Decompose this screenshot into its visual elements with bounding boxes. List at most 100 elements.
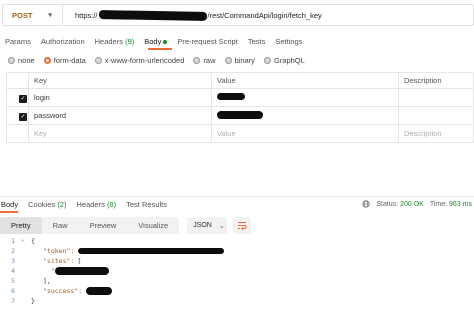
body-type-options: none form-data x-www-form-urlencoded raw… xyxy=(8,54,305,66)
description-cell[interactable] xyxy=(398,88,474,107)
status-group: Status: 200 OK xyxy=(376,201,424,208)
row-checkbox-cell: ✓ xyxy=(6,88,29,107)
radio-circle-icon xyxy=(193,56,201,64)
code-line: 3 "sites": [ xyxy=(0,256,224,266)
url-bar: POST ▾ https:// /rest/CommandApi/login/f… xyxy=(2,4,474,26)
tab-cookies-count: (2) xyxy=(57,199,67,209)
radio-form-data-label: form-data xyxy=(53,55,86,65)
key-cell[interactable]: login xyxy=(28,88,212,107)
value-cell[interactable] xyxy=(211,88,399,107)
json-key-success: "success": xyxy=(43,287,83,295)
header-key: Key xyxy=(28,72,212,89)
tab-authorization[interactable]: Authorization xyxy=(36,37,90,46)
radio-none[interactable]: none xyxy=(8,56,35,65)
table-row: ✓ login xyxy=(6,88,474,107)
active-response-tab-underline xyxy=(0,211,18,213)
key-cell[interactable]: password xyxy=(28,106,212,125)
pane-divider[interactable] xyxy=(0,196,474,197)
tab-headers-label: Headers xyxy=(94,36,123,46)
view-pretty[interactable]: Pretty xyxy=(0,217,42,234)
tab-pre-request-script[interactable]: Pre-request Script xyxy=(172,37,242,46)
status-label: Status: xyxy=(376,200,399,208)
redacted-value xyxy=(217,110,263,119)
description-placeholder[interactable]: Description xyxy=(398,124,474,143)
tab-response-headers-label: Headers xyxy=(76,199,105,209)
tab-params[interactable]: Params xyxy=(0,37,36,46)
format-select[interactable]: JSON ⌄ xyxy=(187,217,228,234)
tab-response-body[interactable]: Body xyxy=(0,200,23,209)
key-placeholder[interactable]: Key xyxy=(28,124,212,143)
url-prefix: https:// xyxy=(75,10,98,20)
fold-icon[interactable]: ▾ xyxy=(21,238,31,244)
checkbox-checked-icon[interactable]: ✓ xyxy=(19,94,27,103)
line-number: 4 xyxy=(11,267,15,275)
tab-test-results[interactable]: Test Results xyxy=(121,200,172,209)
response-view-bar: Pretty Raw Preview Visualize JSON ⌄ xyxy=(0,217,252,234)
wrap-lines-button[interactable] xyxy=(233,217,252,234)
code-line: 7 } xyxy=(0,296,224,306)
radio-form-data[interactable]: form-data xyxy=(43,55,86,65)
tab-headers[interactable]: Headers (9) xyxy=(90,37,140,46)
radio-graphql[interactable]: GraphQL xyxy=(263,55,305,65)
json-string-quote: " xyxy=(51,267,55,275)
tab-cookies[interactable]: Cookies (2) xyxy=(23,200,71,209)
radio-raw[interactable]: raw xyxy=(193,55,216,65)
table-header-row: Key Value Description xyxy=(6,72,474,89)
radio-graphql-label: GraphQL xyxy=(273,55,305,65)
view-preview[interactable]: Preview xyxy=(79,217,128,234)
status-code[interactable]: 200 OK xyxy=(400,201,424,208)
table-row: ✓ password xyxy=(6,106,474,125)
tab-settings[interactable]: Settings xyxy=(270,37,307,46)
header-value: Value xyxy=(211,72,399,89)
table-row-placeholder: Key Value Description xyxy=(6,124,474,143)
value-placeholder[interactable]: Value xyxy=(211,124,399,143)
row-checkbox-cell xyxy=(6,124,29,143)
header-description: Description xyxy=(398,72,474,89)
request-tabs: Params Authorization Headers (9) Body Pr… xyxy=(0,34,307,48)
radio-urlencoded-label: x-www-form-urlencoded xyxy=(104,55,185,65)
radio-binary-label: binary xyxy=(234,55,255,65)
line-number: 5 xyxy=(11,277,15,285)
value-cell[interactable] xyxy=(211,106,399,125)
tab-tests[interactable]: Tests xyxy=(243,37,271,46)
view-visualize[interactable]: Visualize xyxy=(127,217,179,234)
redacted-host xyxy=(98,9,207,21)
time-group: Time: 963 ms xyxy=(430,201,472,208)
radio-binary[interactable]: binary xyxy=(224,55,255,65)
tab-body-label: Body xyxy=(144,36,162,46)
body-indicator-dot xyxy=(163,39,168,44)
open-bracket: [ xyxy=(77,257,82,265)
radio-urlencoded[interactable]: x-www-form-urlencoded xyxy=(94,55,185,65)
line-number: 2 xyxy=(11,247,15,255)
response-code[interactable]: 1 ▾ { 2 "token": 3 "sites": [ 4 " 5 ], 6… xyxy=(0,236,225,306)
view-raw[interactable]: Raw xyxy=(42,217,79,234)
format-label: JSON xyxy=(193,222,212,229)
radio-circle-icon xyxy=(224,56,232,64)
url-input[interactable]: https:// /rest/CommandApi/login/fetch_ke… xyxy=(63,5,322,25)
response-time[interactable]: 963 ms xyxy=(449,201,472,208)
redacted-site xyxy=(54,267,109,275)
tab-body[interactable]: Body xyxy=(139,37,172,46)
radio-circle-icon xyxy=(263,56,271,64)
time-label: Time: xyxy=(429,200,448,208)
radio-raw-label: raw xyxy=(203,55,216,65)
tab-headers-count: (9) xyxy=(125,36,135,46)
radio-selected-icon xyxy=(43,56,51,64)
redacted-value xyxy=(217,93,245,100)
radio-circle-icon xyxy=(94,56,102,64)
code-line: 6 "success": xyxy=(0,286,224,296)
globe-icon[interactable] xyxy=(362,200,370,208)
code-line: 5 ], xyxy=(0,276,224,286)
checkbox-checked-icon[interactable]: ✓ xyxy=(19,112,27,121)
line-number: 6 xyxy=(11,287,15,295)
redacted-token xyxy=(78,248,225,254)
method-select[interactable]: POST ▾ xyxy=(3,5,63,25)
json-key-sites: "sites": xyxy=(43,257,75,265)
tab-response-headers[interactable]: Headers (8) xyxy=(71,200,121,209)
tab-cookies-label: Cookies xyxy=(28,199,56,209)
description-cell[interactable] xyxy=(398,106,474,125)
line-number: 3 xyxy=(11,257,15,265)
chevron-down-icon: ▾ xyxy=(48,12,52,19)
line-number: 7 xyxy=(11,297,15,305)
line-number: 1 xyxy=(11,237,15,245)
